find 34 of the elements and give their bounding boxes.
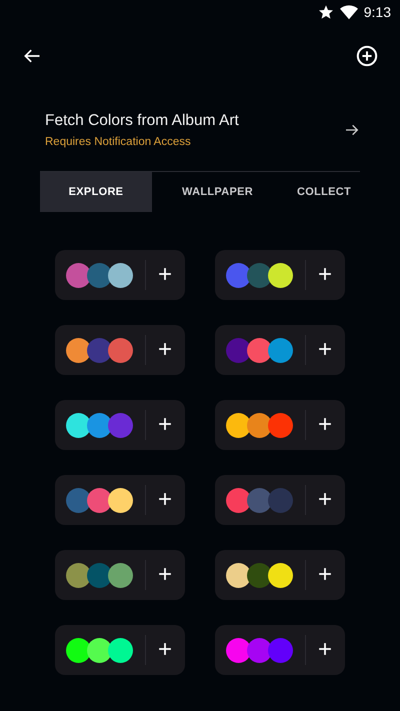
palette-card[interactable]: + [215, 625, 345, 675]
wifi-icon [340, 4, 358, 20]
palette-card[interactable]: + [55, 400, 185, 450]
tab[interactable]: WALLPAPER [152, 172, 283, 212]
palette-card[interactable]: + [55, 325, 185, 375]
add-palette-button[interactable]: + [306, 263, 344, 287]
add-circle-icon[interactable] [356, 45, 378, 67]
palette-card[interactable]: + [215, 550, 345, 600]
palette-card[interactable]: + [55, 550, 185, 600]
add-palette-button[interactable]: + [306, 338, 344, 362]
palette-card[interactable]: + [215, 400, 345, 450]
add-palette-button[interactable]: + [306, 488, 344, 512]
add-palette-button[interactable]: + [306, 413, 344, 437]
add-palette-button[interactable]: + [146, 263, 184, 287]
fetch-colors-title[interactable]: Fetch Colors from Album Art [45, 112, 239, 130]
add-palette-button[interactable]: + [146, 563, 184, 587]
palette-card[interactable]: + [55, 250, 185, 300]
add-palette-button[interactable]: + [146, 413, 184, 437]
palette-card[interactable]: + [55, 625, 185, 675]
forward-arrow-icon[interactable] [344, 122, 360, 138]
add-palette-button[interactable]: + [146, 488, 184, 512]
add-palette-button[interactable]: + [146, 338, 184, 362]
palette-card[interactable]: + [215, 325, 345, 375]
palette-card[interactable]: + [215, 475, 345, 525]
tab[interactable]: EXPLORE [40, 172, 152, 212]
star-icon [318, 4, 334, 20]
add-palette-button[interactable]: + [306, 563, 344, 587]
palette-card[interactable]: + [215, 250, 345, 300]
tab[interactable]: COLLECT [283, 172, 360, 212]
notification-access-note: Requires Notification Access [45, 136, 192, 148]
clock-time: 9:13 [364, 4, 391, 20]
add-palette-button[interactable]: + [146, 638, 184, 662]
palette-card[interactable]: + [55, 475, 185, 525]
add-palette-button[interactable]: + [306, 638, 344, 662]
